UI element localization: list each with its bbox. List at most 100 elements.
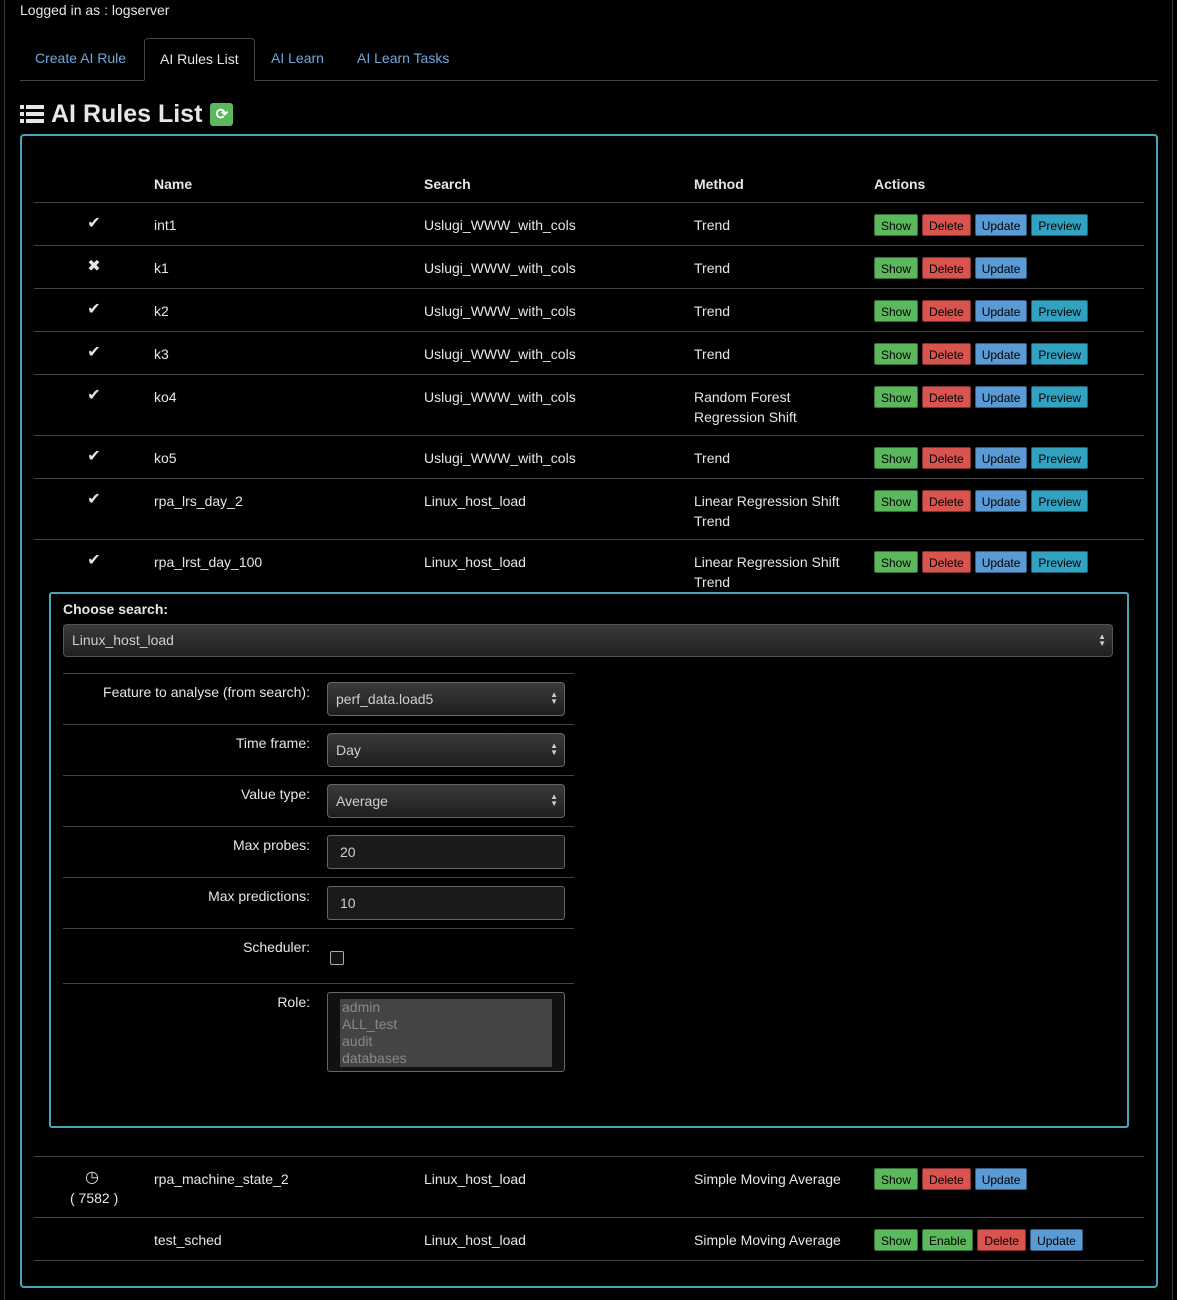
preview-button[interactable]: Preview (1031, 386, 1089, 408)
maxprobes-input[interactable]: 20 (327, 835, 565, 869)
show-button[interactable]: Show (874, 1229, 919, 1251)
show-button[interactable]: Show (874, 257, 919, 279)
update-button[interactable]: Update (974, 214, 1028, 236)
check-icon: ✔ (87, 552, 101, 569)
maxpred-label: Max predictions: (208, 888, 310, 904)
tab-ai-learn[interactable]: AI Learn (256, 38, 339, 79)
choose-search-label: Choose search: (63, 601, 169, 617)
list-icon (20, 103, 44, 125)
header-actions: Actions (874, 176, 926, 192)
show-button[interactable]: Show (874, 490, 919, 512)
rule-search: Uslugi_WWW_with_cols (424, 303, 576, 319)
delete-button[interactable]: Delete (977, 1229, 1027, 1251)
update-button[interactable]: Update (1030, 1229, 1083, 1251)
tab-bar: Create AI Rule AI Rules List AI Learn AI… (20, 38, 1158, 81)
delete-button[interactable]: Delete (922, 300, 971, 322)
clock-icon: ◷ (85, 1169, 99, 1186)
scheduler-label: Scheduler: (243, 939, 310, 955)
update-button[interactable]: Update (974, 343, 1028, 365)
role-multiselect[interactable]: admin ALL_test audit databases (327, 992, 565, 1072)
check-icon: ✔ (87, 301, 101, 318)
show-button[interactable]: Show (874, 386, 919, 408)
select-arrows-icon: ▲ ▼ (1098, 632, 1106, 648)
rule-method: Linear Regression Shift (694, 493, 840, 509)
delete-button[interactable]: Delete (922, 343, 971, 365)
update-button[interactable]: Update (974, 1168, 1028, 1190)
row-divider (34, 539, 1144, 540)
show-button[interactable]: Show (874, 343, 919, 365)
feature-select[interactable]: perf_data.load5 ▲ ▼ (327, 682, 565, 716)
delete-button[interactable]: Delete (922, 551, 971, 573)
delete-button[interactable]: Delete (922, 214, 971, 236)
scheduler-checkbox[interactable] (330, 951, 344, 965)
update-button[interactable]: Update (974, 386, 1028, 408)
tab-ai-learn-tasks[interactable]: AI Learn Tasks (342, 38, 464, 79)
update-button[interactable]: Update (974, 490, 1028, 512)
rule-method: Trend (694, 513, 731, 529)
preview-button[interactable]: Preview (1031, 343, 1089, 365)
feature-value: perf_data.load5 (336, 691, 434, 707)
rule-method: Trend (694, 574, 731, 590)
show-button[interactable]: Show (874, 447, 919, 469)
check-icon: ✔ (87, 344, 101, 361)
rule-search: Uslugi_WWW_with_cols (424, 346, 576, 362)
rule-name: ko5 (154, 450, 177, 466)
form-divider (63, 775, 574, 776)
check-icon: ✔ (87, 387, 101, 404)
rule-search: Linux_host_load (424, 554, 526, 570)
rule-method: Simple Moving Average (694, 1232, 841, 1248)
rule-method: Trend (694, 217, 731, 233)
show-button[interactable]: Show (874, 1168, 919, 1190)
form-divider (63, 673, 574, 674)
valuetype-value: Average (336, 793, 388, 809)
rule-name: int1 (154, 217, 177, 233)
rule-name: k2 (154, 303, 169, 319)
update-button[interactable]: Update (974, 257, 1028, 279)
tab-create-ai-rule[interactable]: Create AI Rule (20, 38, 141, 79)
header-name: Name (154, 176, 193, 192)
row-divider (34, 331, 1144, 332)
role-option[interactable]: databases (340, 1050, 552, 1067)
show-button[interactable]: Show (874, 300, 919, 322)
row-actions: Show Delete Update Preview (874, 343, 1089, 365)
valuetype-label: Value type: (240, 786, 310, 802)
delete-button[interactable]: Delete (922, 490, 971, 512)
rule-search: Uslugi_WWW_with_cols (424, 260, 576, 276)
timeframe-select[interactable]: Day ▲ ▼ (327, 733, 565, 767)
row-divider (34, 288, 1144, 289)
delete-button[interactable]: Delete (922, 1168, 971, 1190)
role-options: admin ALL_test audit databases (340, 999, 552, 1067)
row-actions: Show Delete Update (874, 1168, 1028, 1190)
update-button[interactable]: Update (974, 300, 1028, 322)
form-divider (63, 826, 574, 827)
enable-button[interactable]: Enable (922, 1229, 974, 1251)
preview-button[interactable]: Preview (1031, 214, 1089, 236)
delete-button[interactable]: Delete (922, 257, 971, 279)
rule-search: Linux_host_load (424, 493, 526, 509)
check-icon: ✔ (87, 215, 101, 232)
preview-button[interactable]: Preview (1031, 300, 1089, 322)
show-button[interactable]: Show (874, 214, 919, 236)
preview-button[interactable]: Preview (1031, 447, 1089, 469)
delete-button[interactable]: Delete (922, 386, 971, 408)
role-option[interactable]: ALL_test (340, 1016, 552, 1033)
preview-button[interactable]: Preview (1031, 551, 1089, 573)
choose-search-select[interactable]: Linux_host_load ▲ ▼ (63, 624, 1113, 657)
update-button[interactable]: Update (974, 551, 1028, 573)
role-option[interactable]: audit (340, 1033, 552, 1050)
rule-search: Uslugi_WWW_with_cols (424, 389, 576, 405)
row-actions: Show Delete Update Preview (874, 490, 1089, 512)
role-option[interactable]: admin (340, 999, 552, 1016)
tab-ai-rules-list[interactable]: AI Rules List (144, 38, 255, 81)
valuetype-select[interactable]: Average ▲ ▼ (327, 784, 565, 818)
show-button[interactable]: Show (874, 551, 919, 573)
delete-button[interactable]: Delete (922, 447, 971, 469)
rule-search: Linux_host_load (424, 1171, 526, 1187)
row-divider (34, 1217, 1144, 1218)
preview-button[interactable]: Preview (1031, 490, 1089, 512)
page-header: AI Rules List ⟳ (20, 98, 234, 130)
maxpred-input[interactable]: 10 (327, 886, 565, 920)
refresh-icon[interactable]: ⟳ (210, 102, 234, 126)
update-button[interactable]: Update (974, 447, 1028, 469)
rule-method: Trend (694, 260, 731, 276)
